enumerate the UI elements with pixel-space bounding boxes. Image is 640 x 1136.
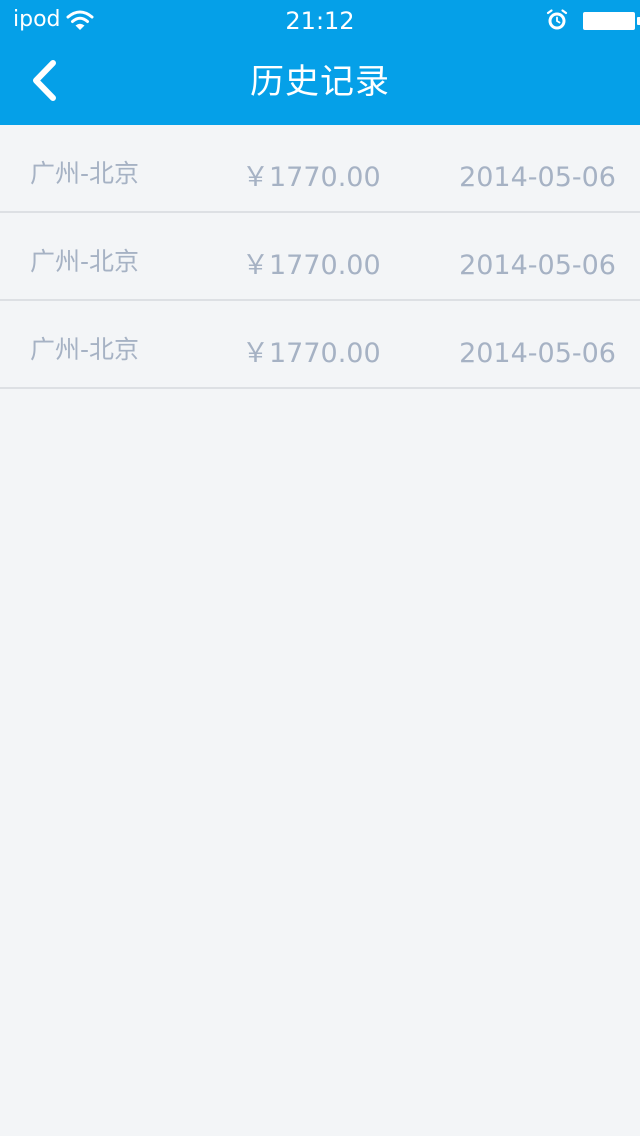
status-bar: ipod 21:12 [0,0,640,40]
history-record-row[interactable]: 广州-北京 ￥1770.00 2014-05-06 [0,213,640,301]
record-price: ￥1770.00 [242,162,381,193]
record-route: 广州-北京 [30,247,140,276]
record-date: 2014-05-06 [459,162,616,193]
nav-bar: 历史记录 [0,40,640,125]
top-bar: ipod 21:12 历史记录 [0,0,640,125]
record-date: 2014-05-06 [459,338,616,369]
alarm-icon [546,9,568,30]
battery-icon [583,12,640,30]
status-time: 21:12 [285,7,355,35]
record-price: ￥1770.00 [242,250,381,281]
page-title: 历史记录 [250,62,390,102]
record-route: 广州-北京 [30,159,140,188]
history-list: 广州-北京 ￥1770.00 2014-05-06 广州-北京 ￥1770.00… [0,125,640,389]
history-record-row[interactable]: 广州-北京 ￥1770.00 2014-05-06 [0,125,640,213]
record-date: 2014-05-06 [459,250,616,281]
record-route: 广州-北京 [30,335,140,364]
record-price: ￥1770.00 [242,338,381,369]
history-record-row[interactable]: 广州-北京 ￥1770.00 2014-05-06 [0,301,640,389]
